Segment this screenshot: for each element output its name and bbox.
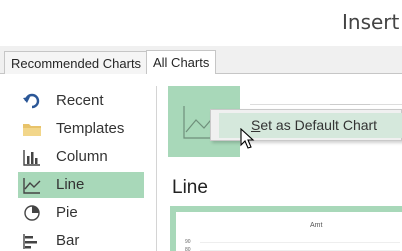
column-chart-icon xyxy=(22,148,42,166)
preview-tick-label: 80 xyxy=(185,247,191,251)
sidebar-item-line[interactable]: Line xyxy=(18,172,144,198)
sidebar-item-bar[interactable]: Bar xyxy=(18,228,144,251)
pie-chart-icon xyxy=(22,204,42,222)
bar-chart-icon xyxy=(22,232,42,250)
dialog-title: Insert C xyxy=(342,10,402,34)
chart-preview-canvas: Amt 90 80 xyxy=(176,212,402,251)
tab-strip: Recommended Charts All Charts xyxy=(0,46,402,74)
sidebar-item-label: Recent xyxy=(56,92,104,109)
sidebar-item-column[interactable]: Column xyxy=(18,144,144,170)
mouse-pointer-icon xyxy=(240,127,256,150)
preview-chart-title: Amt xyxy=(310,222,323,229)
sidebar-item-recent[interactable]: Recent xyxy=(18,88,144,114)
sidebar-item-label: Templates xyxy=(56,120,125,137)
chart-type-sidebar: Recent Templates Column Line Pie Bar xyxy=(0,74,152,251)
undo-arrow-icon xyxy=(22,92,42,110)
preview-tick-label: 90 xyxy=(185,239,191,245)
sidebar-item-templates[interactable]: Templates xyxy=(18,116,144,142)
dialog-titlebar: Insert C xyxy=(0,0,402,46)
sidebar-item-pie[interactable]: Pie xyxy=(18,200,144,226)
sidebar-item-label: Bar xyxy=(56,232,80,249)
sidebar-item-label: Pie xyxy=(56,204,78,221)
chart-type-heading: Line xyxy=(172,177,208,198)
tab-all-charts[interactable]: All Charts xyxy=(146,50,217,74)
preview-gridline xyxy=(200,242,400,243)
line-chart-icon xyxy=(22,176,42,194)
chart-preview[interactable]: Amt 90 80 xyxy=(170,206,402,251)
context-menu: Set as Default Chart xyxy=(210,109,402,141)
sidebar-divider xyxy=(156,86,157,251)
sidebar-item-label: Column xyxy=(56,148,108,165)
tab-recommended-charts[interactable]: Recommended Charts xyxy=(4,51,149,74)
subtype-thumbnail-strip xyxy=(330,104,370,105)
sidebar-item-label: Line xyxy=(56,176,85,193)
menu-item-label: Set as Default Chart xyxy=(251,117,378,133)
dialog-content: Recent Templates Column Line Pie Bar Set… xyxy=(0,74,402,251)
folder-icon xyxy=(22,120,42,138)
subtype-thumbnail-strip xyxy=(250,104,402,105)
